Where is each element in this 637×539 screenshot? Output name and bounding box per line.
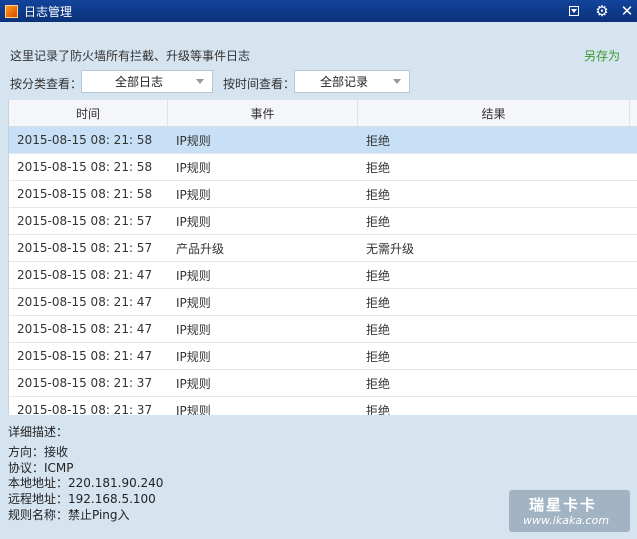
table-row[interactable]: 2015-08-15 08: 21: 47 IP规则 拒绝	[9, 262, 637, 289]
chevron-down-icon	[393, 79, 401, 84]
settings-button[interactable]: ⚙	[590, 0, 614, 22]
cell-result: 拒绝	[366, 214, 391, 229]
cell-event: IP规则	[176, 295, 211, 310]
cell-time: 2015-08-15 08: 21: 58	[17, 133, 153, 147]
cell-event: IP规则	[176, 187, 211, 202]
category-select-value: 全部日志	[114, 75, 163, 89]
cell-event: IP规则	[176, 214, 211, 229]
cell-event: IP规则	[176, 322, 211, 337]
cell-result: 拒绝	[366, 295, 391, 310]
cell-time: 2015-08-15 08: 21: 47	[17, 349, 153, 363]
cell-result: 拒绝	[366, 160, 391, 175]
intro-text: 这里记录了防火墙所有拦截、升级等事件日志	[10, 49, 251, 63]
detail-remote-address: 远程地址：192.168.5.100	[8, 492, 156, 506]
cell-event: IP规则	[176, 349, 211, 364]
cell-result: 拒绝	[366, 349, 391, 364]
watermark-url: www.ikaka.com	[523, 514, 610, 527]
cell-result: 无需升级	[366, 241, 415, 256]
cell-time: 2015-08-15 08: 21: 47	[17, 322, 153, 336]
detail-rule-name: 规则名称：禁止Ping入	[8, 508, 130, 522]
cell-event: IP规则	[176, 160, 211, 175]
column-header-result[interactable]: 结果	[358, 100, 630, 126]
column-header-spacer	[630, 100, 637, 126]
cell-time: 2015-08-15 08: 21: 58	[17, 187, 153, 201]
cell-result: 拒绝	[366, 376, 391, 391]
cell-result: 拒绝	[366, 133, 391, 148]
app-logo-icon	[5, 4, 18, 18]
category-filter-label: 按分类查看：	[10, 77, 83, 91]
table-row[interactable]: 2015-08-15 08: 21: 58 IP规则 拒绝	[9, 181, 637, 208]
category-select[interactable]: 全部日志	[81, 70, 213, 93]
cell-time: 2015-08-15 08: 21: 37	[17, 376, 153, 390]
cell-result: 拒绝	[366, 187, 391, 202]
chevron-down-icon	[196, 79, 204, 84]
gear-icon: ⚙	[595, 2, 609, 20]
cell-time: 2015-08-15 08: 21: 37	[17, 403, 153, 415]
cell-result: 拒绝	[366, 322, 391, 337]
cell-result: 拒绝	[366, 268, 391, 283]
cell-event: IP规则	[176, 133, 211, 148]
watermark-brand: 瑞星卡卡	[529, 496, 598, 514]
detail-heading: 详细描述：	[8, 425, 69, 439]
title-bar: 日志管理	[0, 0, 637, 22]
time-select[interactable]: 全部记录	[294, 70, 410, 93]
close-button[interactable]: ✕	[617, 0, 637, 22]
log-table: 时间 事件 结果 2015-08-15 08: 21: 58 IP规则 拒绝 2015…	[8, 100, 637, 415]
time-select-value: 全部记录	[319, 75, 368, 89]
cell-event: IP规则	[176, 376, 211, 391]
table-header: 时间 事件 结果	[9, 100, 637, 127]
time-filter-label: 按时间查看：	[223, 77, 296, 91]
cell-time: 2015-08-15 08: 21: 47	[17, 268, 153, 282]
cell-time: 2015-08-15 08: 21: 57	[17, 241, 153, 255]
column-header-event[interactable]: 事件	[168, 100, 358, 126]
cell-event: 产品升级	[176, 241, 225, 256]
table-row[interactable]: 2015-08-15 08: 21: 37 IP规则 拒绝	[9, 370, 637, 397]
detail-direction: 方向：接收	[8, 445, 69, 459]
table-row[interactable]: 2015-08-15 08: 21: 57 IP规则 拒绝	[9, 208, 637, 235]
table-row[interactable]: 2015-08-15 08: 21: 47 IP规则 拒绝	[9, 316, 637, 343]
close-icon: ✕	[620, 2, 634, 20]
table-body: 2015-08-15 08: 21: 58 IP规则 拒绝 2015-08-15 08…	[9, 127, 637, 415]
watermark-logo: 瑞星卡卡 www.ikaka.com	[509, 490, 630, 532]
detail-local-address: 本地地址：220.181.90.240	[8, 476, 164, 490]
save-as-link[interactable]: 另存为	[584, 47, 620, 64]
menu-button[interactable]	[563, 0, 585, 22]
table-row[interactable]: 2015-08-15 08: 21: 58 IP规则 拒绝	[9, 154, 637, 181]
table-row[interactable]: 2015-08-15 08: 21: 57 产品升级 无需升级	[9, 235, 637, 262]
cell-event: IP规则	[176, 268, 211, 283]
dropdown-menu-icon	[569, 6, 579, 16]
window-title: 日志管理	[24, 4, 73, 19]
cell-time: 2015-08-15 08: 21: 47	[17, 295, 153, 309]
column-header-time[interactable]: 时间	[9, 100, 168, 126]
table-row[interactable]: 2015-08-15 08: 21: 47 IP规则 拒绝	[9, 343, 637, 370]
cell-time: 2015-08-15 08: 21: 58	[17, 160, 153, 174]
table-row[interactable]: 2015-08-15 08: 21: 47 IP规则 拒绝	[9, 289, 637, 316]
cell-event: IP规则	[176, 403, 211, 416]
table-row[interactable]: 2015-08-15 08: 21: 37 IP规则 拒绝	[9, 397, 637, 415]
cell-time: 2015-08-15 08: 21: 57	[17, 214, 153, 228]
cell-result: 拒绝	[366, 403, 391, 416]
table-row[interactable]: 2015-08-15 08: 21: 58 IP规则 拒绝	[9, 127, 637, 154]
